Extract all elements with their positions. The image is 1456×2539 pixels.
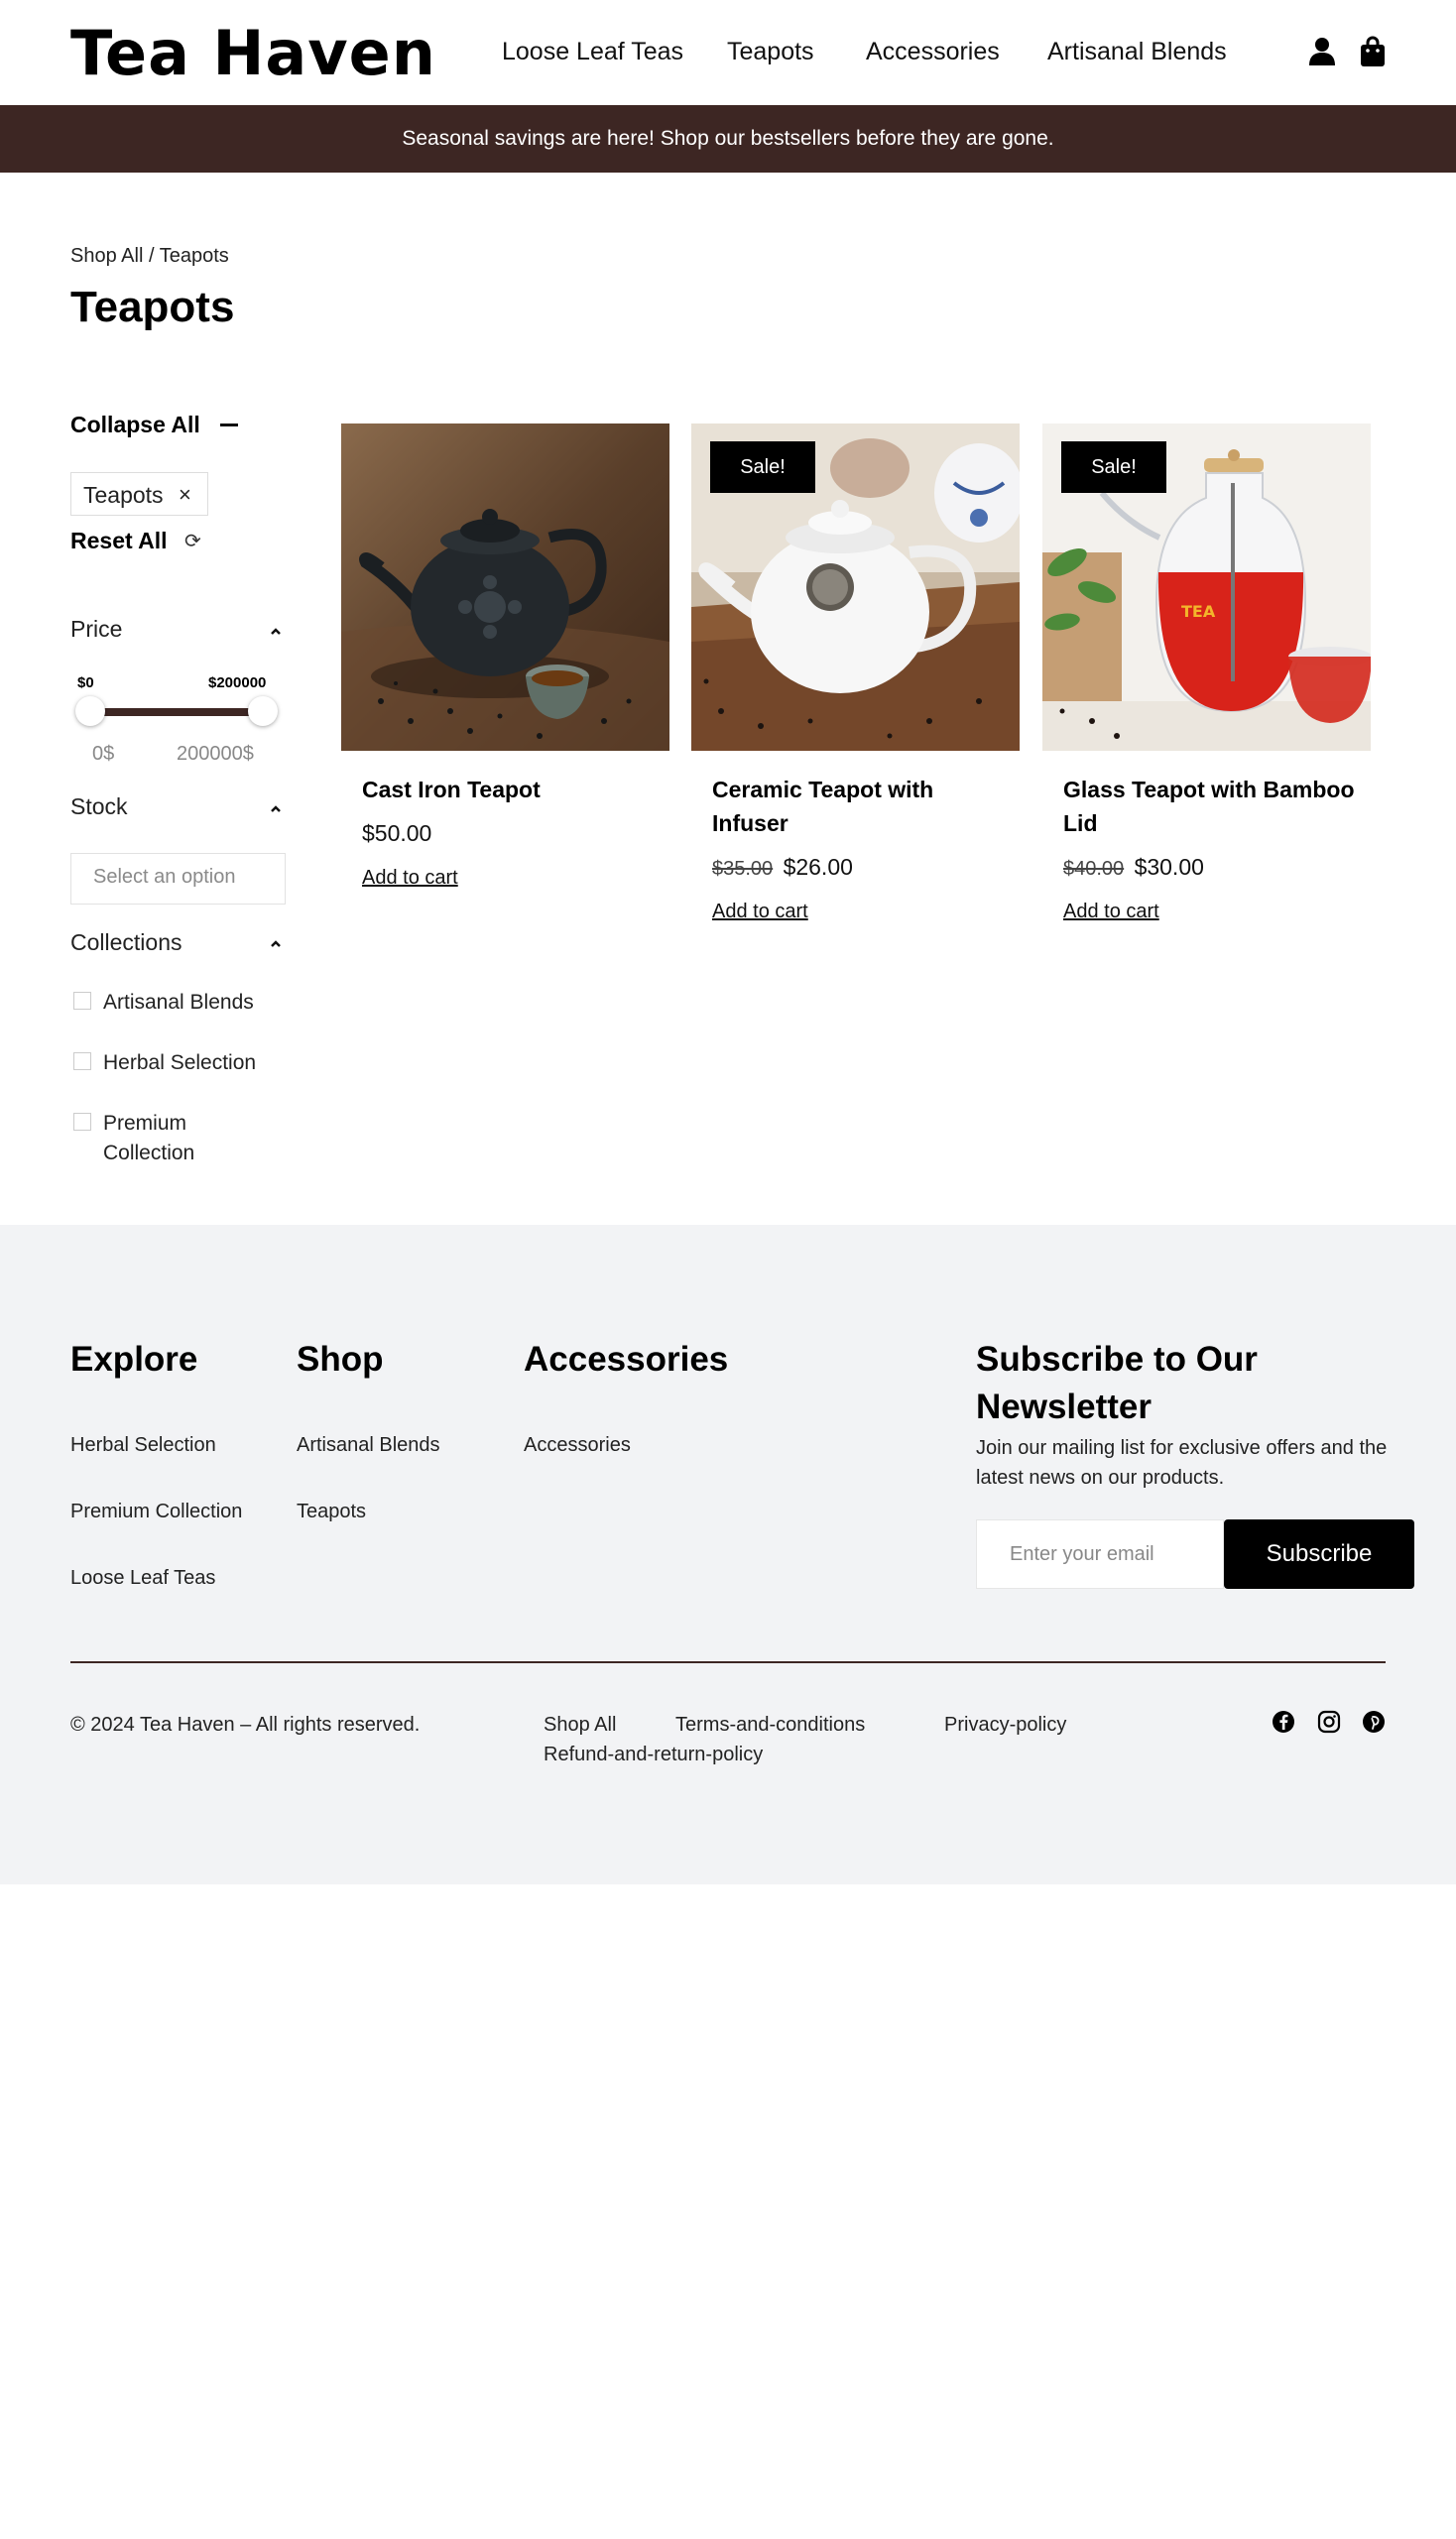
site-header: Tea Haven Loose Leaf Teas Teapots Access… xyxy=(0,0,1456,105)
footer-shop-title: Shop xyxy=(297,1340,384,1379)
product-image[interactable]: Sale! xyxy=(691,423,1020,751)
active-filter-chip[interactable]: Teapots × xyxy=(70,472,208,516)
newsletter-description: Join our mailing list for exclusive offe… xyxy=(976,1437,1388,1489)
newsletter-email-input[interactable]: Enter your email xyxy=(976,1519,1224,1589)
price-slider-min-handle[interactable] xyxy=(75,696,105,726)
checkbox[interactable] xyxy=(73,992,91,1010)
product-image[interactable] xyxy=(341,423,669,751)
instagram-icon[interactable] xyxy=(1317,1710,1341,1734)
minus-icon[interactable] xyxy=(220,423,238,426)
footer-divider xyxy=(70,1661,1386,1663)
refresh-icon[interactable]: ⟳ xyxy=(184,529,201,553)
product-name[interactable]: Cast Iron Teapot xyxy=(362,773,660,806)
product-original-price: $40.00 xyxy=(1063,858,1125,880)
checkbox[interactable] xyxy=(73,1113,91,1131)
product-current-price: $30.00 xyxy=(1134,854,1204,880)
footer-link[interactable]: Teapots xyxy=(297,1501,366,1523)
checkbox-label: Premium Collection xyxy=(103,1112,195,1164)
product-current-price: $26.00 xyxy=(783,854,853,880)
footer-link[interactable]: Artisanal Blends xyxy=(297,1434,440,1457)
price-filter-title[interactable]: Price xyxy=(70,616,122,643)
close-icon[interactable]: × xyxy=(179,482,191,508)
account-icon[interactable] xyxy=(1307,36,1337,67)
footer-legal-link[interactable]: Refund-and-return-policy xyxy=(544,1744,763,1766)
product-price: $35.00 $26.00 xyxy=(712,854,853,881)
nav-artisanal-blends[interactable]: Artisanal Blends xyxy=(1047,36,1227,67)
product-name[interactable]: Glass Teapot with Bamboo Lid xyxy=(1063,773,1361,840)
breadcrumb[interactable]: Shop All / Teapots xyxy=(70,245,229,268)
footer-legal-link[interactable]: Privacy-policy xyxy=(944,1714,1066,1737)
price-range-max-label: $200000 xyxy=(208,674,267,691)
chevron-up-icon[interactable] xyxy=(270,626,282,638)
add-to-cart-button[interactable]: Add to cart xyxy=(712,901,808,923)
pinterest-icon[interactable] xyxy=(1362,1710,1386,1734)
price-max-value: 200000$ xyxy=(177,743,254,765)
checkbox-label: Artisanal Blends xyxy=(103,991,254,1014)
collections-filter-title[interactable]: Collections xyxy=(70,929,182,956)
chevron-up-icon[interactable] xyxy=(270,803,282,815)
price-range-min-label: $0 xyxy=(77,674,94,691)
svg-text:TEA: TEA xyxy=(1181,602,1216,621)
product-image[interactable]: TEA Sale! xyxy=(1042,423,1371,751)
product-original-price: $35.00 xyxy=(712,858,774,880)
sale-badge: Sale! xyxy=(1061,441,1166,493)
add-to-cart-button[interactable]: Add to cart xyxy=(362,867,458,890)
stock-select-placeholder: Select an option xyxy=(93,866,236,888)
footer-link[interactable]: Accessories xyxy=(524,1434,631,1457)
product-current-price: $50.00 xyxy=(362,820,432,846)
collapse-all-button[interactable]: Collapse All xyxy=(70,412,200,438)
price-min-value: 0$ xyxy=(92,743,115,765)
product-price: $50.00 xyxy=(362,820,431,847)
price-slider-max-handle[interactable] xyxy=(248,696,278,726)
footer-explore-title: Explore xyxy=(70,1340,198,1379)
checkbox-label: Herbal Selection xyxy=(103,1051,257,1074)
newsletter-title: Subscribe to Our Newsletter xyxy=(976,1340,1258,1426)
nav-loose-leaf-teas[interactable]: Loose Leaf Teas xyxy=(502,36,683,67)
facebook-icon[interactable] xyxy=(1272,1710,1295,1734)
stock-filter-title[interactable]: Stock xyxy=(70,793,128,820)
price-slider-track[interactable] xyxy=(88,708,263,716)
page-title: Teapots xyxy=(70,283,235,331)
sale-badge: Sale! xyxy=(710,441,815,493)
add-to-cart-button[interactable]: Add to cart xyxy=(1063,901,1159,923)
chip-label: Teapots xyxy=(83,482,164,508)
nav-accessories[interactable]: Accessories xyxy=(866,36,1000,67)
site-logo[interactable]: Tea Haven xyxy=(70,18,436,89)
footer-link[interactable]: Loose Leaf Teas xyxy=(70,1567,215,1590)
cart-icon[interactable] xyxy=(1359,36,1389,67)
promo-banner: Seasonal savings are here! Shop our best… xyxy=(0,105,1456,173)
product-name[interactable]: Ceramic Teapot with Infuser xyxy=(712,773,1010,840)
reset-all-button[interactable]: Reset All xyxy=(70,528,168,554)
copyright-text: © 2024 Tea Haven – All rights reserved. xyxy=(70,1714,421,1736)
footer-legal-link[interactable]: Terms-and-conditions xyxy=(675,1714,865,1737)
stock-select[interactable]: Select an option xyxy=(70,853,286,905)
nav-teapots[interactable]: Teapots xyxy=(727,36,814,67)
footer-legal-link[interactable]: Shop All xyxy=(544,1714,616,1737)
checkbox[interactable] xyxy=(73,1052,91,1070)
footer-link[interactable]: Premium Collection xyxy=(70,1501,242,1523)
chevron-up-icon[interactable] xyxy=(270,938,282,950)
footer-link[interactable]: Herbal Selection xyxy=(70,1434,216,1457)
footer-accessories-title: Accessories xyxy=(524,1340,729,1379)
product-price: $40.00 $30.00 xyxy=(1063,854,1204,881)
subscribe-button[interactable]: Subscribe xyxy=(1224,1519,1414,1589)
